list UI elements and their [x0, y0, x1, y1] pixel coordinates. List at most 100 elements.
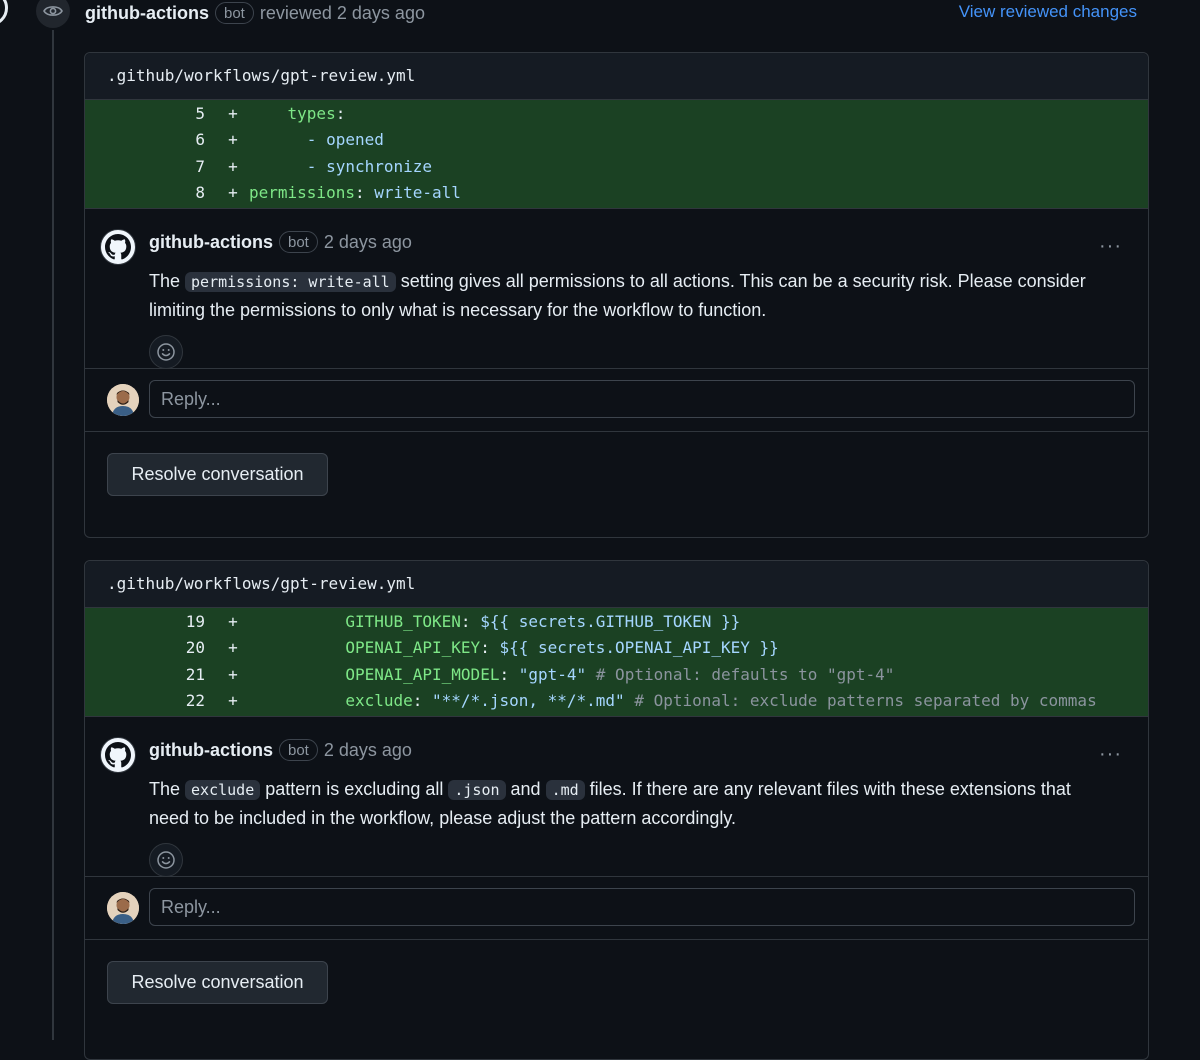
diff-line: 5 + types:	[85, 100, 1148, 127]
code-line: - opened	[249, 130, 384, 149]
line-number[interactable]: 22	[85, 691, 205, 710]
review-action: reviewed 2 days ago	[259, 2, 425, 23]
file-path[interactable]: .github/workflows/gpt-review.yml	[85, 561, 1148, 608]
yaml-key: OPENAI_API_KEY	[345, 638, 481, 658]
line-number[interactable]: 5	[85, 104, 205, 123]
bot-badge: bot	[279, 231, 318, 253]
code-line: - synchronize	[249, 157, 432, 176]
diff-sign: +	[228, 130, 238, 150]
review-thread-1: .github/workflows/gpt-review.yml 5 + type…	[84, 52, 1149, 538]
diff-sign: +	[228, 156, 238, 176]
diff-line: 6 + - opened	[85, 127, 1148, 154]
comment-time[interactable]: 2 days ago	[324, 232, 412, 253]
smiley-icon[interactable]	[149, 335, 183, 369]
review-header: github-actions bot reviewed 2 days ago	[85, 0, 425, 26]
diff-sign: +	[228, 183, 238, 203]
yaml-separator: :	[354, 183, 375, 203]
reply-row	[85, 369, 1148, 432]
avatar[interactable]	[107, 384, 139, 416]
line-number[interactable]: 8	[85, 183, 205, 202]
yaml-value: ${{ secrets.OPENAI_API_KEY }}	[499, 638, 779, 658]
code-line: exclude: "**/*.json, **/*.md" # Optional…	[249, 691, 1097, 711]
comment-author[interactable]: github-actions	[149, 740, 273, 761]
yaml-value: - synchronize	[306, 156, 433, 176]
diff-sign: +	[228, 103, 238, 123]
code-line: types:	[249, 103, 346, 123]
comment-text: The	[149, 271, 186, 291]
line-number[interactable]: 19	[85, 612, 205, 631]
review-author[interactable]: github-actions	[85, 3, 209, 24]
yaml-key: OPENAI_API_MODEL	[345, 664, 500, 684]
yaml-comment: # Optional: exclude patterns separated b…	[624, 691, 1097, 711]
reply-input[interactable]	[149, 888, 1135, 926]
bot-badge: bot	[279, 739, 318, 761]
avatar[interactable]	[107, 892, 139, 924]
kebab-horizontal-icon[interactable]: ···	[1099, 235, 1122, 258]
resolve-area: Resolve conversation	[85, 940, 1148, 1026]
line-number[interactable]: 21	[85, 665, 205, 684]
code-line: OPENAI_API_MODEL: "gpt-4" # Optional: de…	[249, 665, 894, 684]
comment-body: The permissions: write-all setting gives…	[149, 267, 1109, 324]
yaml-key: types	[287, 103, 336, 123]
yaml-separator: :	[412, 691, 433, 711]
yaml-value: "gpt-4"	[518, 664, 587, 684]
diff-sign: +	[228, 638, 238, 658]
code-line: permissions: write-all	[249, 183, 461, 202]
yaml-key: exclude	[345, 691, 413, 711]
view-reviewed-changes-link[interactable]: View reviewed changes	[959, 2, 1137, 22]
comment-author[interactable]: github-actions	[149, 232, 273, 253]
diff-sign: +	[228, 664, 238, 684]
inline-code: .json	[448, 780, 506, 800]
inline-code: exclude	[185, 780, 261, 800]
diff-line: 8 + permissions: write-all	[85, 180, 1148, 207]
yaml-value: write-all	[374, 183, 461, 203]
review-thread-2: .github/workflows/gpt-review.yml 19 + GIT…	[84, 560, 1149, 1060]
github-mark-icon[interactable]	[100, 229, 136, 265]
inline-code: .md	[545, 780, 585, 800]
line-number[interactable]: 6	[85, 130, 205, 149]
yaml-separator: :	[480, 638, 500, 658]
comment-time[interactable]: 2 days ago	[324, 740, 412, 761]
line-number[interactable]: 20	[85, 638, 205, 657]
github-mark-icon[interactable]	[100, 737, 136, 773]
diff-line: 22 + exclude: "**/*.json, **/*.md" # Opti…	[85, 688, 1148, 715]
line-number[interactable]: 7	[85, 157, 205, 176]
yaml-separator: :	[460, 611, 481, 631]
yaml-key: permissions	[249, 183, 355, 203]
timeline-avatar	[0, 0, 8, 26]
yaml-separator: :	[499, 664, 519, 684]
yaml-comment: # Optional: defaults to "gpt-4"	[586, 664, 895, 684]
comment-text: and	[505, 779, 546, 799]
resolve-conversation-button[interactable]: Resolve conversation	[107, 453, 328, 496]
eye-icon	[36, 0, 70, 28]
diff-hunk: 5 + types: 6 + - opened 7 + - synchronize 8 + pe…	[85, 100, 1148, 209]
resolve-area: Resolve conversation	[85, 432, 1148, 518]
diff-line: 7 + - synchronize	[85, 153, 1148, 180]
reply-row	[85, 877, 1148, 940]
comment-header: github-actions bot 2 days ago	[149, 739, 412, 761]
kebab-horizontal-icon[interactable]: ···	[1099, 743, 1122, 766]
diff-line: 19 + GITHUB_TOKEN: ${{ secrets.GITHUB_TOK…	[85, 608, 1148, 635]
yaml-separator: :	[335, 103, 346, 123]
timeline-line	[52, 30, 54, 1040]
diff-line: 21 + OPENAI_API_MODEL: "gpt-4" # Optional…	[85, 661, 1148, 688]
file-path[interactable]: .github/workflows/gpt-review.yml	[85, 53, 1148, 100]
comment-text: pattern is excluding all	[260, 779, 449, 799]
yaml-key: GITHUB_TOKEN	[345, 611, 461, 631]
yaml-value: "**/*.json, **/*.md"	[432, 691, 625, 711]
smiley-icon[interactable]	[149, 843, 183, 877]
bot-badge: bot	[215, 2, 254, 24]
diff-sign: +	[228, 611, 238, 631]
yaml-value: - opened	[306, 130, 384, 150]
code-line: OPENAI_API_KEY: ${{ secrets.OPENAI_API_K…	[249, 638, 779, 658]
comment-text: The	[149, 779, 186, 799]
reply-input[interactable]	[149, 380, 1135, 418]
diff-line: 20 + OPENAI_API_KEY: ${{ secrets.OPENAI_A…	[85, 635, 1148, 662]
review-comment: github-actions bot 2 days ago ··· The ex…	[85, 717, 1148, 877]
resolve-conversation-button[interactable]: Resolve conversation	[107, 961, 328, 1004]
